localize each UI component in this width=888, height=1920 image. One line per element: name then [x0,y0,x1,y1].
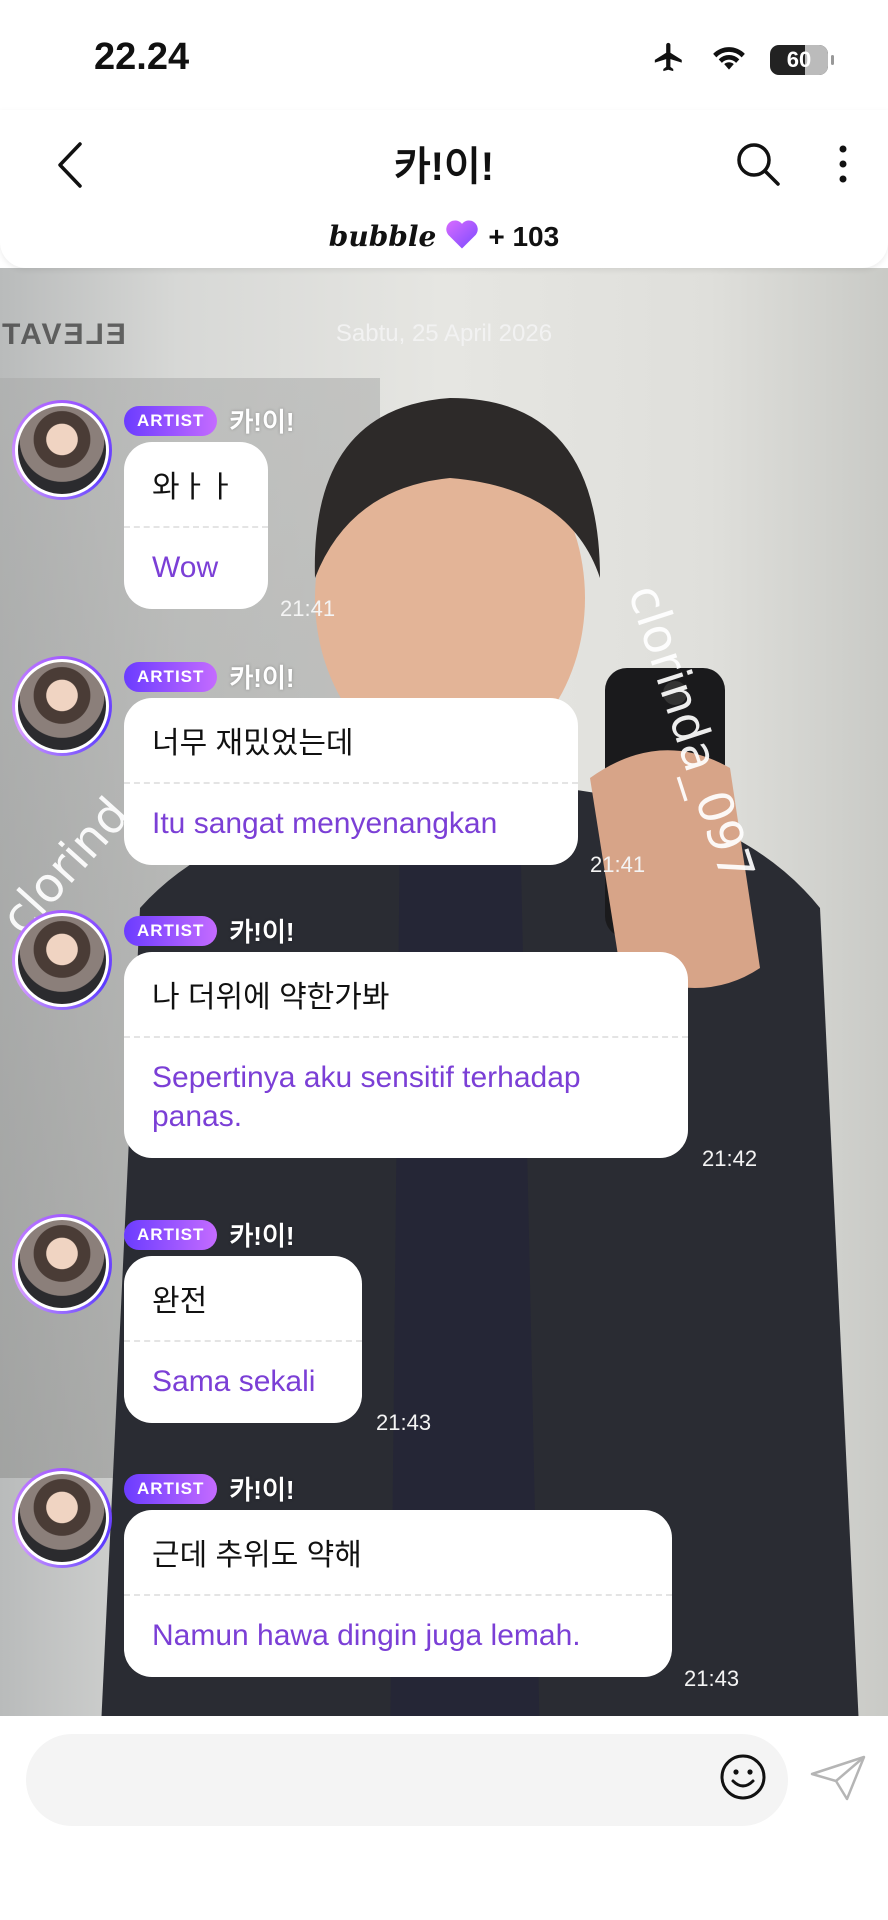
message-item[interactable]: ARTIST 카!이! 근데 추위도 약해 Namun hawa dingin … [12,1468,888,1691]
send-button[interactable] [806,1750,870,1810]
search-button[interactable] [728,134,788,198]
avatar[interactable] [12,1468,112,1568]
message-original: 나 더위에 약한가봐 [152,981,390,1014]
sender-name: 카!이! [229,1221,295,1251]
battery-level: 60 [786,46,812,72]
message-original: 와ㅏㅏ [152,471,235,504]
message-item[interactable]: ARTIST 카!이! 와ㅏㅏ Wow 21:41 [12,400,888,621]
wifi-icon [710,42,748,77]
sender-name: 카!이! [229,663,295,693]
status-bar: 22.24 60 [0,0,888,110]
battery-icon: 60 [770,44,834,75]
artist-badge: ARTIST [124,1219,218,1250]
airplane-icon [650,40,688,79]
avatar[interactable] [12,910,112,1010]
artist-badge: ARTIST [124,1473,218,1504]
artist-badge: ARTIST [124,405,218,436]
sender-name: 카!이! [229,917,295,947]
avatar[interactable] [12,400,112,500]
sender-row: ARTIST 카!이! [124,912,295,949]
emoji-icon [719,1753,767,1806]
artist-badge: ARTIST [124,661,218,692]
message-item[interactable]: ARTIST 카!이! 완전 Sama sekali 21:43 [12,1214,888,1435]
message-translation: Itu sangat menyenangkan [152,807,498,840]
member-count: + 103 [488,220,560,252]
avatar[interactable] [12,656,112,756]
message-bubble[interactable]: 나 더위에 약한가봐 Sepertinya aku sensitif terha… [124,952,688,1158]
heart-icon [444,218,480,255]
message-time: 21:41 [590,852,646,877]
message-time: 21:42 [702,1146,758,1171]
sender-row: ARTIST 카!이! [124,402,295,439]
message-time: 21:43 [376,1410,432,1435]
message-item[interactable]: ARTIST 카!이! 너무 재밌었는데 Itu sangat menyenan… [12,656,888,877]
status-time: 22.24 [94,36,190,78]
search-icon [734,140,782,193]
bubble-info[interactable]: bubble + 103 [0,218,888,255]
sender-name: 카!이! [229,1475,295,1505]
more-button[interactable] [818,134,868,198]
message-item[interactable]: ARTIST 카!이! 나 더위에 약한가봐 Sepertinya aku se… [12,910,888,1171]
message-bubble[interactable]: 완전 Sama sekali [124,1256,362,1423]
message-translation: Sepertinya aku sensitif terhadap panas. [152,1061,581,1133]
avatar[interactable] [12,1214,112,1314]
message-translation: Wow [152,551,219,584]
artist-badge: ARTIST [124,915,218,946]
message-time: 21:41 [280,596,336,621]
message-translation: Sama sekali [152,1365,316,1398]
send-icon [809,1754,867,1807]
message-input[interactable] [26,1734,788,1826]
message-bubble[interactable]: 와ㅏㅏ Wow [124,442,268,609]
sender-name: 카!이! [229,407,295,437]
bubble-logo: bubble [328,220,437,253]
message-original: 너무 재밌었는데 [152,727,354,760]
message-bubble[interactable]: 너무 재밌었는데 Itu sangat menyenangkan [124,698,578,865]
message-original: 완전 [152,1285,208,1318]
sender-row: ARTIST 카!이! [124,1216,295,1253]
chat-header: 카!이! bubble + 103 [0,110,888,268]
input-bar [0,1716,888,1920]
date-separator: Sabtu, 25 April 2026 [335,320,553,347]
sender-row: ARTIST 카!이! [124,658,295,695]
more-vertical-icon [838,144,848,189]
message-time: 21:43 [684,1666,740,1691]
chat-area[interactable]: ELEVAT Sabtu, 25 April 2026 clorinda_097… [0,268,888,1716]
sender-row: ARTIST 카!이! [124,1470,295,1507]
message-bubble[interactable]: 근데 추위도 약해 Namun hawa dingin juga lemah. [124,1510,672,1677]
status-icons: 60 [650,40,834,79]
emoji-button[interactable] [712,1748,774,1810]
message-translation: Namun hawa dingin juga lemah. [152,1619,581,1652]
message-original: 근데 추위도 약해 [152,1539,362,1572]
